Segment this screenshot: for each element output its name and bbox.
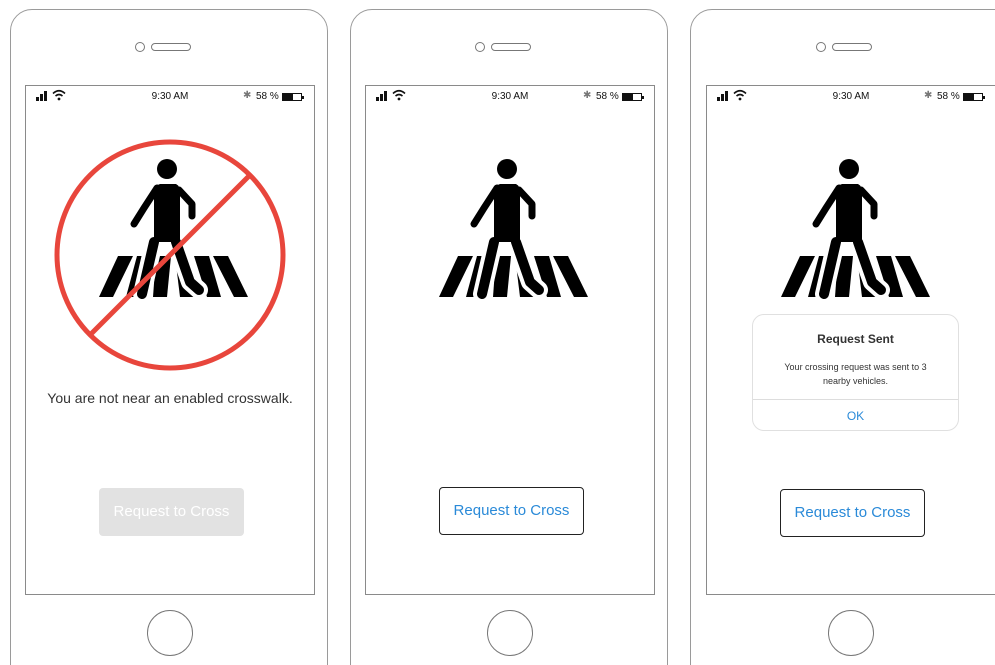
phone-frame-2: 9:30 AM ✱ 58 % Request to Cross xyxy=(350,9,668,665)
front-camera-icon xyxy=(135,42,145,52)
home-button[interactable] xyxy=(147,610,193,656)
phone-top-hardware xyxy=(11,42,327,54)
battery-fill xyxy=(623,94,634,100)
home-button[interactable] xyxy=(487,610,533,656)
speaker-grille-icon xyxy=(151,43,191,51)
phone-frame-3: 9:30 AM ✱ 58 % Request Sent Your crossin… xyxy=(690,9,995,665)
request-to-cross-button[interactable]: Request to Cross xyxy=(99,488,244,536)
bluetooth-icon: ✱ xyxy=(924,90,933,101)
battery-percent: 58 % xyxy=(937,91,960,102)
mockup-stage: 9:30 AM ✱ 58 % You are not near an enabl… xyxy=(0,0,995,665)
front-camera-icon xyxy=(816,42,826,52)
battery-icon xyxy=(282,93,304,101)
no-entry-sign-icon xyxy=(54,139,286,371)
screen-1: 9:30 AM ✱ 58 % You are not near an enabl… xyxy=(25,85,315,595)
battery-fill xyxy=(283,94,294,100)
speaker-grille-icon xyxy=(832,43,872,51)
alert-ok-button[interactable]: OK xyxy=(753,400,958,430)
battery-percent: 58 % xyxy=(596,91,619,102)
battery-icon xyxy=(622,93,644,101)
alert-message: Your crossing request was sent to 3 near… xyxy=(784,362,927,386)
screen-2: 9:30 AM ✱ 58 % Request to Cross xyxy=(365,85,655,595)
status-bar: 9:30 AM ✱ 58 % xyxy=(707,86,995,106)
status-bar: 9:30 AM ✱ 58 % xyxy=(26,86,314,106)
battery-fill xyxy=(964,94,975,100)
request-to-cross-button[interactable]: Request to Cross xyxy=(780,489,925,537)
not-near-crosswalk-message: You are not near an enabled crosswalk. xyxy=(47,390,293,406)
speaker-grille-icon xyxy=(491,43,531,51)
home-button[interactable] xyxy=(828,610,874,656)
bluetooth-icon: ✱ xyxy=(583,90,592,101)
bluetooth-icon: ✱ xyxy=(243,90,252,101)
request-to-cross-button[interactable]: Request to Cross xyxy=(439,487,584,535)
status-bar: 9:30 AM ✱ 58 % xyxy=(366,86,654,106)
request-sent-alert: Request Sent Your crossing request was s… xyxy=(752,314,959,431)
pedestrian-crossing-icon xyxy=(781,159,930,303)
front-camera-icon xyxy=(475,42,485,52)
pedestrian-crossing-icon xyxy=(439,159,588,303)
battery-icon xyxy=(963,93,985,101)
phone-top-hardware xyxy=(691,42,995,54)
phone-top-hardware xyxy=(351,42,667,54)
screen-3: 9:30 AM ✱ 58 % Request Sent Your crossin… xyxy=(706,85,995,595)
alert-title: Request Sent xyxy=(817,332,894,346)
phone-frame-1: 9:30 AM ✱ 58 % You are not near an enabl… xyxy=(10,9,328,665)
battery-percent: 58 % xyxy=(256,91,279,102)
